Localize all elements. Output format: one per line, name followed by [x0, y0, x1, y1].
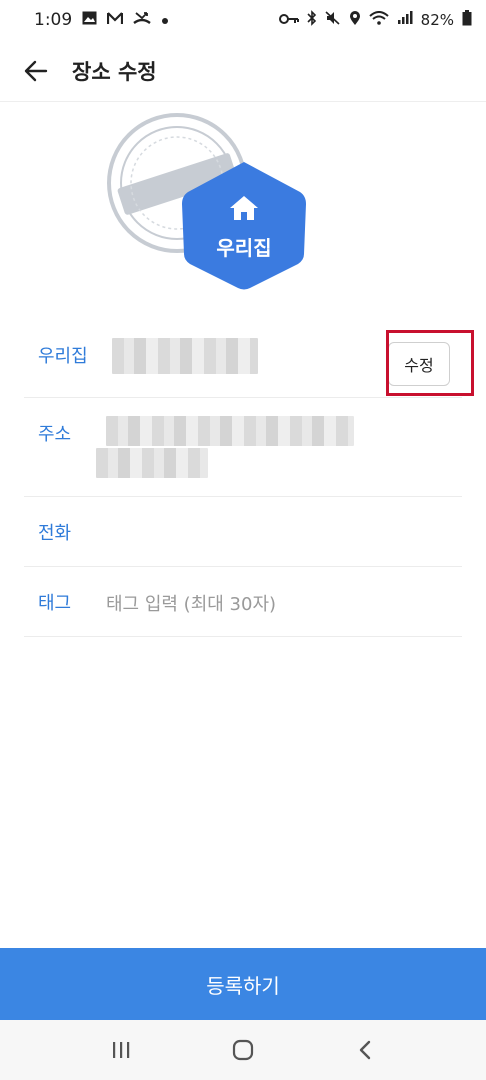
name-label: 우리집 [38, 346, 88, 367]
bluetooth-icon [307, 10, 317, 30]
recent-apps-icon[interactable] [99, 1028, 143, 1072]
name-row: 우리집 수정 [24, 312, 474, 398]
tag-label: 태그 [38, 593, 72, 614]
battery-level: 82% [420, 11, 454, 29]
phone-label: 전화 [38, 523, 72, 544]
status-right: 82% [278, 10, 472, 30]
mail-icon [107, 10, 124, 30]
system-nav-bar [0, 1020, 486, 1080]
place-badge [180, 158, 308, 290]
missed-call-icon [133, 10, 151, 30]
page-title: 장소 수정 [72, 59, 157, 84]
place-badge-label: 우리집 [216, 236, 272, 260]
location-icon [349, 10, 361, 30]
place-hero: 우리집 [0, 102, 486, 312]
home-icon [229, 195, 259, 221]
tag-input[interactable] [106, 589, 446, 619]
back-arrow-icon[interactable] [22, 57, 50, 85]
signal-icon [397, 11, 413, 29]
mute-icon [325, 11, 341, 29]
status-bar: 1:09 82% [0, 0, 486, 40]
address-row: 주소 [24, 398, 462, 497]
battery-icon [462, 10, 472, 30]
tag-row: 태그 [24, 567, 462, 637]
gallery-icon [82, 10, 97, 30]
address-line1-redacted [106, 416, 354, 446]
place-form: 우리집 수정 주소 전화 태그 [24, 312, 474, 637]
address-line2-redacted [96, 448, 208, 478]
app-bar: 장소 수정 [0, 40, 486, 102]
home-button-icon[interactable] [221, 1028, 265, 1072]
highlight-box [386, 330, 474, 396]
key-icon [278, 11, 299, 29]
status-time: 1:09 [34, 10, 73, 30]
phone-row[interactable]: 전화 [24, 497, 462, 567]
name-value-redacted [112, 338, 258, 374]
back-button-icon[interactable] [343, 1028, 387, 1072]
wifi-icon [368, 11, 389, 29]
register-button[interactable]: 등록하기 [0, 948, 486, 1020]
address-label: 주소 [38, 424, 72, 445]
status-left: 1:09 [34, 10, 169, 30]
dot-icon [161, 10, 169, 30]
